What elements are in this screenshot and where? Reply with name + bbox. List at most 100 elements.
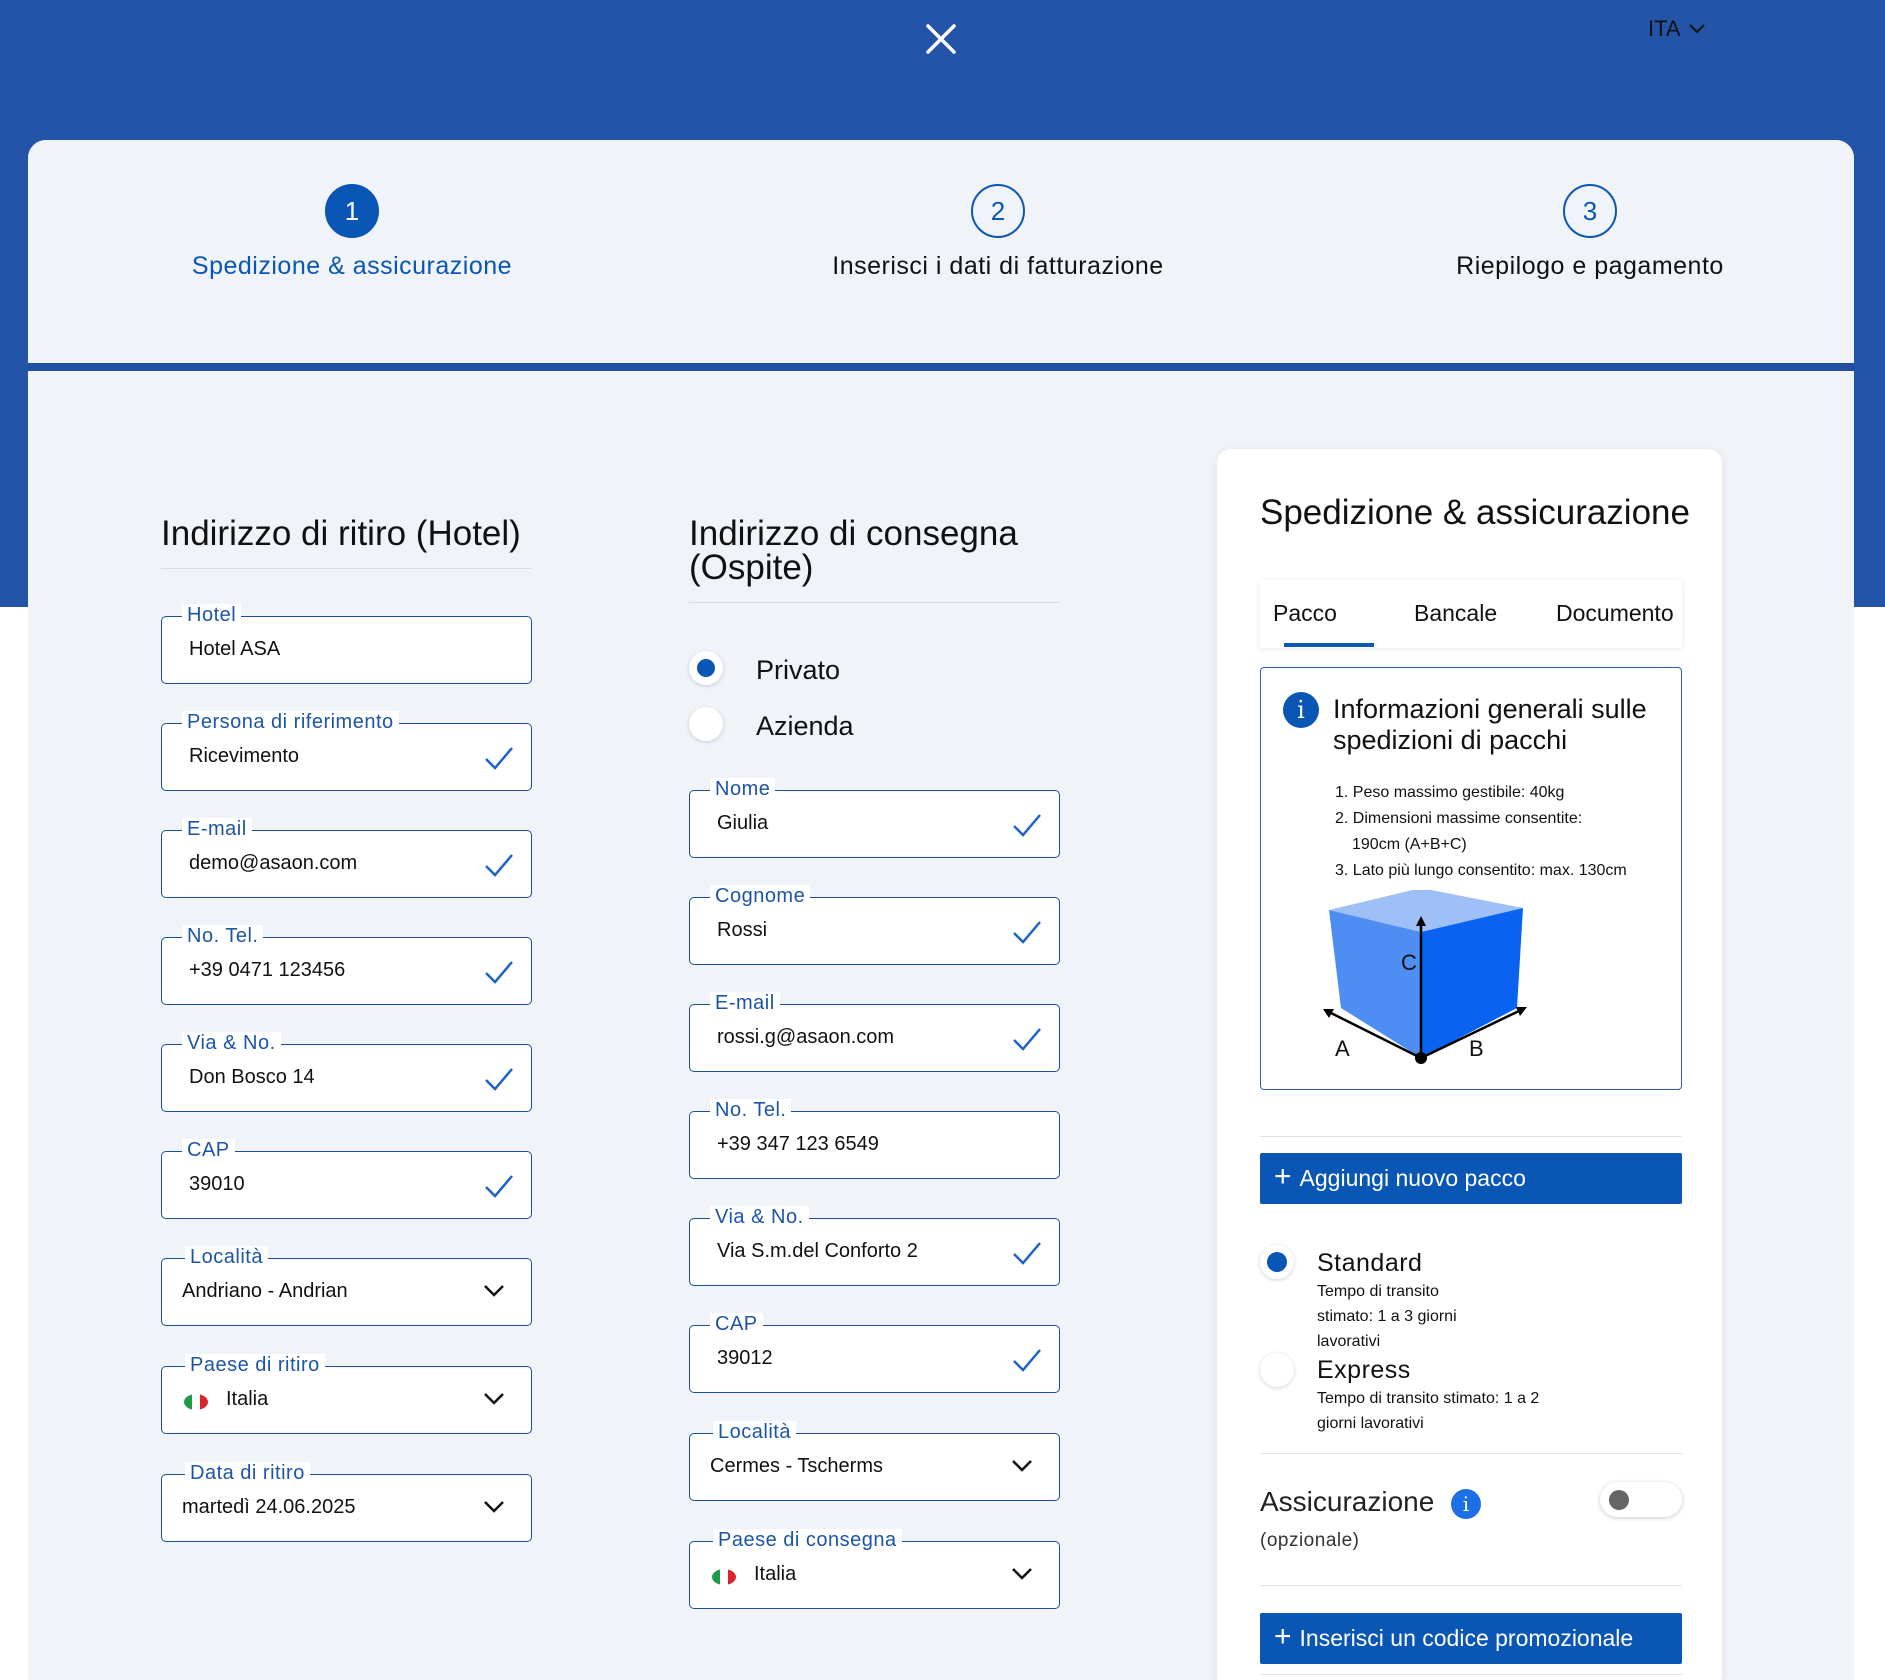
field-value: Italia bbox=[226, 1388, 269, 1410]
field-label: E-mail bbox=[182, 818, 252, 840]
field-value: Andriano - Andrian bbox=[182, 1280, 348, 1302]
tab-documento[interactable]: Documento bbox=[1556, 600, 1674, 627]
last-name-field[interactable]: Cognome Rossi bbox=[689, 885, 1060, 965]
desc-line: lavorativi bbox=[1317, 1333, 1381, 1350]
tab-pacco[interactable]: Pacco bbox=[1273, 600, 1337, 627]
chevron-down-icon bbox=[1012, 1460, 1032, 1472]
check-icon bbox=[485, 1175, 513, 1198]
radio-express[interactable] bbox=[1260, 1353, 1294, 1387]
field-value: +39 347 123 6549 bbox=[717, 1133, 879, 1155]
field-value: demo@asaon.com bbox=[189, 852, 358, 874]
field-label: Nome bbox=[710, 778, 776, 800]
plus-icon: + bbox=[1274, 1619, 1292, 1653]
delivery-country-select[interactable]: Paese di consegna Italia bbox=[689, 1529, 1060, 1609]
chevron-down-icon bbox=[484, 1501, 504, 1513]
pickup-email-field[interactable]: E-mail demo@asaon.com bbox=[161, 818, 532, 898]
divider bbox=[689, 602, 1059, 603]
field-label: Via & No. bbox=[182, 1032, 281, 1054]
check-icon bbox=[1013, 1028, 1041, 1051]
chevron-down-icon bbox=[484, 1393, 504, 1405]
pickup-phone-field[interactable]: No. Tel. +39 0471 123456 bbox=[161, 925, 532, 1005]
field-value: Ricevimento bbox=[189, 745, 300, 767]
language-selector[interactable]: ITA bbox=[1648, 16, 1705, 42]
step-1[interactable]: 1 Spedizione & assicurazione bbox=[162, 184, 542, 281]
standard-description: Tempo di transito stimato: 1 a 3 giorni … bbox=[1317, 1279, 1457, 1354]
first-name-field[interactable]: Nome Giulia bbox=[689, 778, 1060, 858]
info-list: 1. Peso massimo gestibile: 40kg 2. Dimen… bbox=[1335, 780, 1627, 884]
desc-line: Tempo di transito stimato: 1 a 2 bbox=[1317, 1390, 1540, 1407]
insurance-subtitle: (opzionale) bbox=[1260, 1530, 1360, 1551]
delivery-email-field[interactable]: E-mail rossi.g@asaon.com bbox=[689, 992, 1060, 1072]
field-value: Hotel ASA bbox=[189, 638, 281, 660]
field-value: Via S.m.del Conforto 2 bbox=[717, 1240, 918, 1262]
field-label: Persona di riferimento bbox=[182, 711, 399, 733]
check-icon bbox=[485, 747, 513, 770]
promo-code-button[interactable]: + Inserisci un codice promozionale bbox=[1260, 1613, 1682, 1664]
field-value: Italia bbox=[754, 1563, 797, 1585]
active-tab-indicator bbox=[1284, 643, 1374, 647]
stepper: 1 Spedizione & assicurazione 2 Inserisci… bbox=[28, 140, 1854, 371]
divider bbox=[1260, 1136, 1682, 1137]
step-2[interactable]: 2 Inserisci i dati di fatturazione bbox=[788, 184, 1208, 281]
pickup-date-select[interactable]: Data di ritiro martedì 24.06.2025 bbox=[161, 1462, 532, 1542]
delivery-city-select[interactable]: Località Cermes - Tscherms bbox=[689, 1421, 1060, 1501]
check-icon bbox=[1013, 1242, 1041, 1265]
step-3[interactable]: 3 Riepilogo e pagamento bbox=[1440, 184, 1740, 281]
add-package-button[interactable]: + Aggiungi nuovo pacco bbox=[1260, 1153, 1682, 1204]
check-icon bbox=[1013, 1349, 1041, 1372]
field-label: Località bbox=[713, 1421, 796, 1443]
insurance-title: Assicurazione bbox=[1260, 1486, 1435, 1517]
chevron-down-icon bbox=[1688, 24, 1705, 34]
field-label: Cognome bbox=[710, 885, 811, 907]
plus-icon: + bbox=[1274, 1159, 1292, 1193]
button-label: Aggiungi nuovo pacco bbox=[1299, 1165, 1526, 1191]
field-label: Data di ritiro bbox=[185, 1462, 310, 1484]
divider bbox=[1260, 1674, 1682, 1675]
origin-dot bbox=[1415, 1052, 1427, 1064]
pickup-zip-field[interactable]: CAP 39010 bbox=[161, 1139, 532, 1219]
pickup-country-select[interactable]: Paese di ritiro Italia bbox=[161, 1354, 532, 1434]
step-label: Riepilogo e pagamento bbox=[1456, 252, 1724, 280]
divider bbox=[161, 568, 531, 569]
field-label: Paese di ritiro bbox=[185, 1354, 325, 1376]
delivery-title-line: (Ospite) bbox=[689, 548, 814, 587]
radio-private-label[interactable]: Privato bbox=[756, 655, 840, 686]
step-label: Inserisci i dati di fatturazione bbox=[832, 252, 1164, 280]
express-label[interactable]: Express bbox=[1317, 1356, 1411, 1385]
radio-private[interactable] bbox=[689, 651, 723, 685]
label-c: C bbox=[1401, 950, 1417, 975]
info-icon[interactable]: i bbox=[1451, 1489, 1481, 1519]
field-label: No. Tel. bbox=[182, 925, 264, 947]
chevron-down-icon bbox=[1012, 1568, 1032, 1580]
pickup-street-field[interactable]: Via & No. Don Bosco 14 bbox=[161, 1032, 532, 1112]
hotel-field[interactable]: Hotel Hotel ASA bbox=[161, 604, 532, 684]
radio-dot bbox=[1267, 1252, 1287, 1272]
standard-label[interactable]: Standard bbox=[1317, 1249, 1422, 1278]
delivery-zip-field[interactable]: CAP 39012 bbox=[689, 1313, 1060, 1393]
field-value: 39010 bbox=[189, 1173, 245, 1195]
delivery-street-field[interactable]: Via & No. Via S.m.del Conforto 2 bbox=[689, 1206, 1060, 1286]
italy-flag-icon bbox=[712, 1569, 736, 1585]
insurance-toggle[interactable] bbox=[1600, 1482, 1682, 1517]
divider bbox=[1260, 1585, 1682, 1586]
delivery-title-line: Indirizzo di consegna bbox=[689, 514, 1018, 553]
contact-person-field[interactable]: Persona di riferimento Ricevimento bbox=[161, 711, 532, 791]
check-icon bbox=[485, 854, 513, 877]
desc-line: stimato: 1 a 3 giorni bbox=[1317, 1308, 1457, 1325]
radio-company[interactable] bbox=[689, 707, 723, 741]
field-value: Don Bosco 14 bbox=[189, 1066, 315, 1088]
pickup-city-select[interactable]: Località Andriano - Andrian bbox=[161, 1246, 532, 1326]
tab-bancale[interactable]: Bancale bbox=[1414, 600, 1497, 627]
field-label: CAP bbox=[182, 1139, 235, 1161]
field-value: martedì 24.06.2025 bbox=[182, 1496, 356, 1518]
radio-company-label[interactable]: Azienda bbox=[756, 711, 854, 742]
step-number: 2 bbox=[971, 184, 1025, 238]
close-icon[interactable] bbox=[922, 20, 960, 58]
chevron-down-icon bbox=[484, 1285, 504, 1297]
shipping-panel: Spedizione & assicurazione Pacco Bancale… bbox=[1217, 449, 1722, 1680]
radio-standard[interactable] bbox=[1260, 1245, 1294, 1279]
italy-flag-icon bbox=[184, 1394, 208, 1410]
check-icon bbox=[485, 1068, 513, 1091]
delivery-phone-field[interactable]: No. Tel. +39 347 123 6549 bbox=[689, 1099, 1060, 1179]
label-b: B bbox=[1469, 1036, 1484, 1061]
